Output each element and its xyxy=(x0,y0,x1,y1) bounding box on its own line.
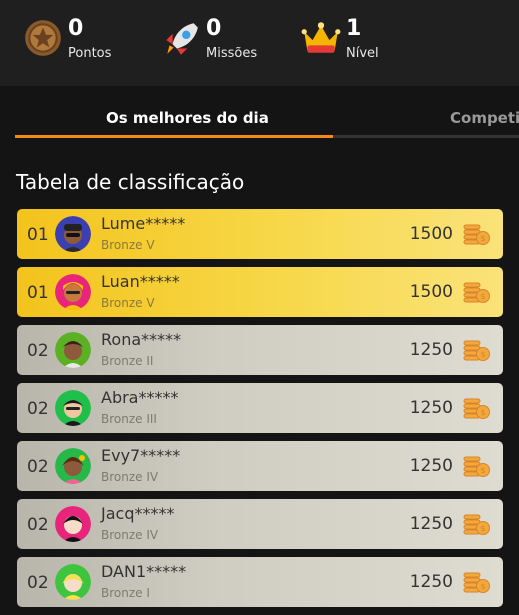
avatar xyxy=(55,390,91,426)
row-rank: 02 xyxy=(27,515,49,535)
coin-stack-icon: $ xyxy=(463,456,490,477)
tab-competition[interactable]: Competiç xyxy=(450,109,519,127)
svg-text:$: $ xyxy=(480,466,485,475)
avatar xyxy=(55,332,91,368)
level-value: 1 xyxy=(346,16,362,41)
svg-text:$: $ xyxy=(480,292,485,301)
coin-stack-icon: $ xyxy=(463,282,490,303)
avatar xyxy=(55,448,91,484)
rocket-icon xyxy=(166,23,198,55)
avatar xyxy=(55,564,91,600)
row-score: 1250 xyxy=(409,572,453,592)
row-level: Bronze IV xyxy=(101,470,159,484)
coin-stack-icon: $ xyxy=(463,572,490,593)
leaderboard-row[interactable]: 01 Luan***** Bronze V 1500 $ xyxy=(17,267,503,317)
avatar xyxy=(55,216,91,252)
coin-stack-icon: $ xyxy=(463,340,490,361)
tab-daily-best[interactable]: Os melhores do dia xyxy=(106,109,269,127)
leaderboard-row[interactable]: 02 DAN1***** Bronze I 1250 $ xyxy=(17,557,503,607)
tab-active-indicator xyxy=(15,135,333,138)
points-value: 0 xyxy=(68,16,84,41)
row-username: Abra***** xyxy=(101,388,179,407)
row-score: 1250 xyxy=(409,514,453,534)
row-username: Evy7***** xyxy=(101,446,181,465)
points-label: Pontos xyxy=(68,46,112,61)
row-level: Bronze V xyxy=(101,238,155,252)
row-username: Jacq***** xyxy=(101,504,175,523)
row-rank: 02 xyxy=(27,573,49,593)
coin-stack-icon: $ xyxy=(463,514,490,535)
coin-stack-icon: $ xyxy=(463,398,490,419)
row-score: 1500 xyxy=(409,224,453,244)
row-username: DAN1***** xyxy=(101,562,187,581)
leaderboard-row[interactable]: 02 Evy7***** Bronze IV 1250 $ xyxy=(17,441,503,491)
missions-label: Missões xyxy=(206,46,258,61)
row-level: Bronze V xyxy=(101,296,155,310)
svg-text:$: $ xyxy=(480,582,485,591)
row-rank: 01 xyxy=(27,225,49,245)
section-title: Tabela de classificação xyxy=(16,170,245,194)
row-username: Luan***** xyxy=(101,272,180,291)
avatar xyxy=(55,274,91,310)
row-level: Bronze IV xyxy=(101,528,159,542)
coin-medal-icon xyxy=(25,20,61,56)
stats-bar: 0 Pontos 0 Missões 1 Nível xyxy=(0,0,519,86)
row-username: Rona***** xyxy=(101,330,182,349)
tab-bar: Os melhores do dia Competiç xyxy=(0,100,519,140)
coin-stack-icon: $ xyxy=(463,224,490,245)
level-label: Nível xyxy=(346,46,379,61)
row-level: Bronze I xyxy=(101,586,150,600)
row-level: Bronze III xyxy=(101,412,157,426)
avatar xyxy=(55,506,91,542)
svg-text:$: $ xyxy=(480,408,485,417)
row-rank: 02 xyxy=(27,399,49,419)
missions-value: 0 xyxy=(206,16,222,41)
row-score: 1250 xyxy=(409,340,453,360)
row-score: 1500 xyxy=(409,282,453,302)
row-rank: 01 xyxy=(27,283,49,303)
svg-text:$: $ xyxy=(480,350,485,359)
crown-icon xyxy=(301,22,341,53)
leaderboard-row[interactable]: 02 Rona***** Bronze II 1250 $ xyxy=(17,325,503,375)
svg-text:$: $ xyxy=(480,524,485,533)
row-score: 1250 xyxy=(409,398,453,418)
leaderboard-row[interactable]: 02 Abra***** Bronze III 1250 $ xyxy=(17,383,503,433)
row-username: Lume***** xyxy=(101,214,186,233)
leaderboard-row[interactable]: 01 Lume***** Bronze V 1500 $ xyxy=(17,209,503,259)
row-rank: 02 xyxy=(27,457,49,477)
leaderboard-row[interactable]: 02 Jacq***** Bronze IV 1250 $ xyxy=(17,499,503,549)
leaderboard-list: 01 Lume***** Bronze V 1500 $ 01 Luan****… xyxy=(17,209,503,615)
row-score: 1250 xyxy=(409,456,453,476)
row-level: Bronze II xyxy=(101,354,154,368)
row-rank: 02 xyxy=(27,341,49,361)
svg-text:$: $ xyxy=(480,234,485,243)
